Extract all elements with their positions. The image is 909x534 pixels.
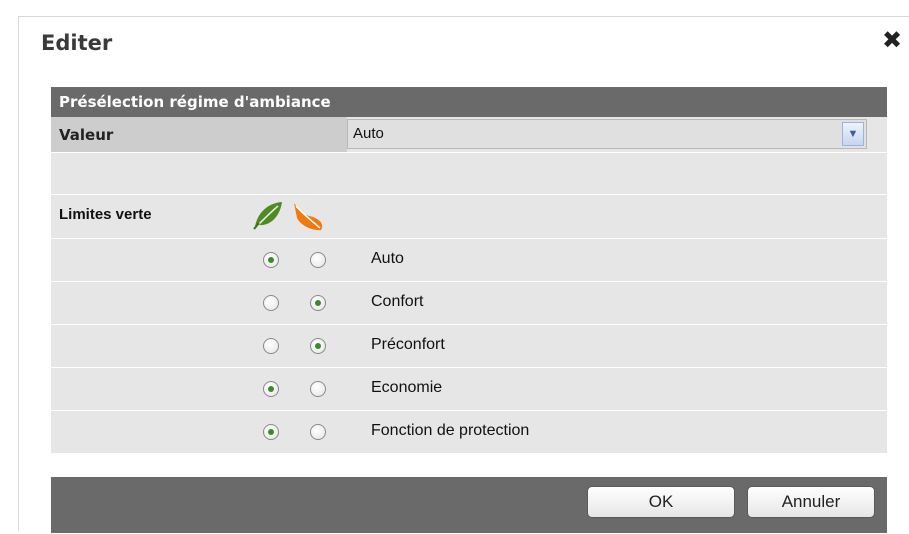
valeur-select[interactable]: Auto ▼ (347, 119, 867, 149)
option-label-protection: Fonction de protection (371, 422, 530, 439)
valeur-label: Valeur (51, 117, 347, 152)
option-row-economie: Economie (51, 368, 887, 411)
orange-radio-preconfort[interactable] (310, 338, 326, 354)
section-title: Présélection régime d'ambiance (51, 87, 887, 117)
green-radio-confort[interactable] (263, 295, 279, 311)
green-leaf-icon (253, 202, 282, 230)
valeur-row: Valeur Auto ▼ (51, 117, 887, 153)
option-row-preconfort: Préconfort (51, 325, 887, 368)
orange-radio-economie[interactable] (310, 381, 326, 397)
option-row-protection: Fonction de protection (51, 411, 887, 454)
limits-row: Limites verte (51, 195, 887, 239)
spacer-row (51, 153, 887, 195)
dialog-footer: OK Annuler (51, 477, 887, 533)
option-row-auto: Auto (51, 239, 887, 282)
dialog-titlebar: Editer ✖ (19, 17, 909, 69)
valeur-selected-value: Auto (353, 125, 384, 142)
edit-dialog: Editer ✖ Présélection régime d'ambiance … (18, 16, 909, 534)
limits-label: Limites verte (59, 206, 152, 223)
settings-panel: Présélection régime d'ambiance Valeur Au… (51, 87, 887, 534)
close-icon[interactable]: ✖ (878, 25, 906, 55)
option-label-auto: Auto (371, 250, 404, 267)
cancel-button[interactable]: Annuler (747, 486, 875, 518)
option-label-economie: Economie (371, 379, 443, 396)
option-label-confort: Confort (371, 293, 424, 310)
green-radio-protection[interactable] (263, 424, 279, 440)
option-row-confort: Confort (51, 282, 887, 325)
orange-radio-protection[interactable] (310, 424, 326, 440)
option-label-preconfort: Préconfort (371, 336, 445, 353)
green-radio-economie[interactable] (263, 381, 279, 397)
ok-button[interactable]: OK (587, 486, 735, 518)
green-radio-auto[interactable] (263, 252, 279, 268)
green-radio-preconfort[interactable] (263, 338, 279, 354)
chevron-down-icon[interactable]: ▼ (842, 122, 864, 146)
orange-leaf-icon (294, 203, 323, 231)
orange-radio-auto[interactable] (310, 252, 326, 268)
dialog-title: Editer (41, 31, 113, 55)
orange-radio-confort[interactable] (310, 295, 326, 311)
